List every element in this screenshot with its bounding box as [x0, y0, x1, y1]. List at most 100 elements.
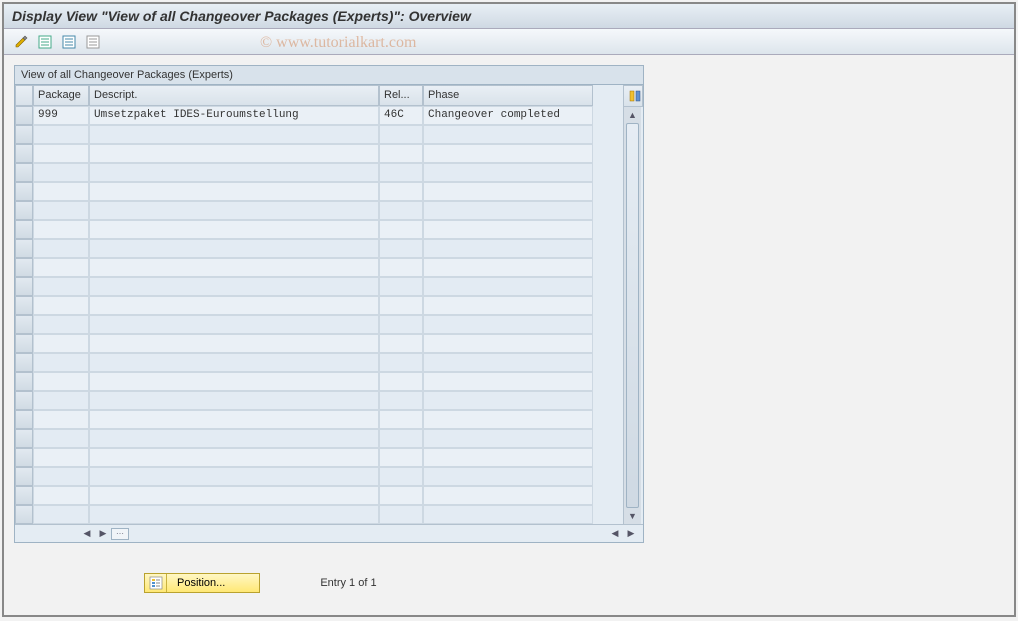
cell-descript[interactable] [89, 182, 379, 201]
table-row[interactable]: 999Umsetzpaket IDES-Euroumstellung46CCha… [33, 106, 623, 125]
cell-rel[interactable] [379, 353, 423, 372]
row-selector[interactable] [15, 429, 33, 448]
cell-rel[interactable] [379, 239, 423, 258]
table-row[interactable] [33, 163, 623, 182]
table-row[interactable] [33, 277, 623, 296]
col-header-descript[interactable]: Descript. [89, 85, 379, 106]
cell-package[interactable] [33, 144, 89, 163]
cell-rel[interactable] [379, 467, 423, 486]
row-selector[interactable] [15, 106, 33, 125]
col-header-package[interactable]: Package [33, 85, 89, 106]
cell-descript[interactable] [89, 239, 379, 258]
cell-phase[interactable] [423, 258, 593, 277]
cell-rel[interactable] [379, 372, 423, 391]
cell-descript[interactable] [89, 467, 379, 486]
cell-phase[interactable] [423, 201, 593, 220]
cell-phase[interactable] [423, 277, 593, 296]
cell-package[interactable] [33, 163, 89, 182]
row-selector[interactable] [15, 182, 33, 201]
horizontal-scrollbar[interactable]: ◀ ▶ ⋯ ◀ ▶ [15, 524, 643, 542]
cell-package[interactable] [33, 353, 89, 372]
hscroll-drag-icon[interactable]: ⋯ [111, 528, 129, 540]
cell-package[interactable] [33, 429, 89, 448]
cell-descript[interactable] [89, 258, 379, 277]
vertical-scrollbar[interactable]: ▲ ▼ [623, 107, 641, 524]
cell-descript[interactable]: Umsetzpaket IDES-Euroumstellung [89, 106, 379, 125]
table-row[interactable] [33, 125, 623, 144]
table-row[interactable] [33, 201, 623, 220]
row-selector[interactable] [15, 448, 33, 467]
cell-phase[interactable] [423, 391, 593, 410]
table-row[interactable] [33, 429, 623, 448]
table-row[interactable] [33, 486, 623, 505]
cell-phase[interactable] [423, 372, 593, 391]
cell-descript[interactable] [89, 429, 379, 448]
cell-phase[interactable] [423, 505, 593, 524]
table-row[interactable] [33, 410, 623, 429]
row-selector[interactable] [15, 277, 33, 296]
cell-phase[interactable] [423, 448, 593, 467]
cell-phase[interactable] [423, 467, 593, 486]
row-selector[interactable] [15, 296, 33, 315]
cell-phase[interactable] [423, 182, 593, 201]
table-row[interactable] [33, 372, 623, 391]
cell-rel[interactable] [379, 182, 423, 201]
cell-package[interactable]: 999 [33, 106, 89, 125]
table-row[interactable] [33, 334, 623, 353]
cell-phase[interactable] [423, 144, 593, 163]
cell-rel[interactable] [379, 315, 423, 334]
cell-package[interactable] [33, 182, 89, 201]
cell-descript[interactable] [89, 277, 379, 296]
cell-rel[interactable] [379, 391, 423, 410]
cell-package[interactable] [33, 334, 89, 353]
table-row[interactable] [33, 258, 623, 277]
cell-descript[interactable] [89, 372, 379, 391]
checklist-blue-icon[interactable] [60, 33, 78, 51]
table-row[interactable] [33, 296, 623, 315]
row-selector[interactable] [15, 334, 33, 353]
table-row[interactable] [33, 239, 623, 258]
cell-descript[interactable] [89, 410, 379, 429]
cell-package[interactable] [33, 277, 89, 296]
table-row[interactable] [33, 505, 623, 524]
row-selector[interactable] [15, 125, 33, 144]
cell-phase[interactable] [423, 239, 593, 258]
table-row[interactable] [33, 220, 623, 239]
cell-rel[interactable] [379, 448, 423, 467]
row-selector[interactable] [15, 505, 33, 524]
cell-descript[interactable] [89, 163, 379, 182]
row-selector[interactable] [15, 486, 33, 505]
cell-package[interactable] [33, 486, 89, 505]
table-row[interactable] [33, 144, 623, 163]
cell-descript[interactable] [89, 486, 379, 505]
cell-phase[interactable] [423, 353, 593, 372]
cell-rel[interactable] [379, 505, 423, 524]
cell-rel[interactable] [379, 163, 423, 182]
row-selector-header[interactable] [15, 85, 33, 106]
table-row[interactable] [33, 391, 623, 410]
table-row[interactable] [33, 448, 623, 467]
table-row[interactable] [33, 182, 623, 201]
checklist-gray-icon[interactable] [84, 33, 102, 51]
checklist-green-icon[interactable] [36, 33, 54, 51]
cell-rel[interactable] [379, 334, 423, 353]
cell-phase[interactable]: Changeover completed [423, 106, 593, 125]
row-selector[interactable] [15, 391, 33, 410]
cell-package[interactable] [33, 505, 89, 524]
row-selector[interactable] [15, 163, 33, 182]
cell-descript[interactable] [89, 448, 379, 467]
cell-phase[interactable] [423, 125, 593, 144]
cell-package[interactable] [33, 448, 89, 467]
cell-package[interactable] [33, 391, 89, 410]
cell-rel[interactable] [379, 220, 423, 239]
row-selector[interactable] [15, 258, 33, 277]
cell-package[interactable] [33, 315, 89, 334]
cell-package[interactable] [33, 125, 89, 144]
cell-rel[interactable] [379, 277, 423, 296]
cell-descript[interactable] [89, 391, 379, 410]
hscroll-left2-icon[interactable]: ◀ [608, 527, 622, 541]
cell-package[interactable] [33, 220, 89, 239]
row-selector[interactable] [15, 353, 33, 372]
row-selector[interactable] [15, 372, 33, 391]
cell-phase[interactable] [423, 296, 593, 315]
